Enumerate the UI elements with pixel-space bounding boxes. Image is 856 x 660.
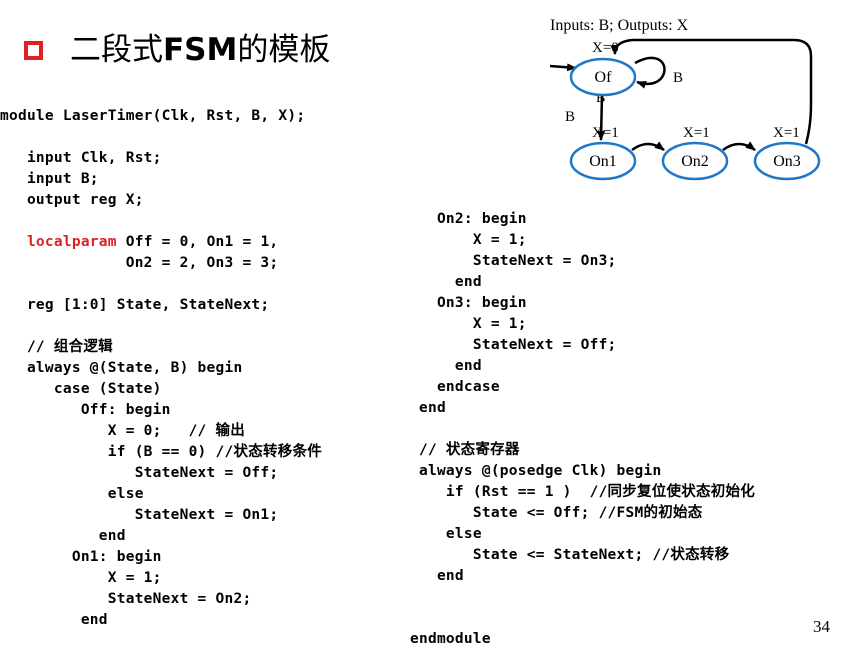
right-line: State <= Off; //FSM的初始态 bbox=[410, 505, 703, 521]
left-line: localparam Off = 0, On1 = 1, bbox=[0, 232, 322, 253]
right-line: end bbox=[410, 358, 482, 374]
left-line: input Clk, Rst; bbox=[0, 150, 162, 166]
left-line: StateNext = On1; bbox=[0, 507, 279, 523]
right-line: end bbox=[410, 274, 482, 290]
state-output-on1: X=1 bbox=[592, 125, 619, 141]
state-output-on3: X=1 bbox=[773, 125, 800, 141]
initial-arrow bbox=[549, 63, 577, 72]
left-line: case (State) bbox=[0, 381, 162, 397]
left-line bbox=[0, 316, 322, 337]
right-line: State <= StateNext; //状态转移 bbox=[410, 547, 730, 563]
right-line bbox=[410, 608, 755, 629]
keyword-localparam: localparam bbox=[26, 234, 117, 250]
state-on2-label: On2 bbox=[681, 153, 709, 170]
code-segment: Off = 0, On1 = 1, bbox=[116, 234, 279, 250]
self-loop-label: B bbox=[673, 70, 683, 86]
right-line: endmodule bbox=[410, 631, 491, 647]
title-part-2: 的模板 bbox=[237, 32, 331, 68]
right-line: X = 1; bbox=[410, 316, 527, 332]
left-line: end bbox=[0, 528, 126, 544]
right-line: StateNext = Off; bbox=[410, 337, 617, 353]
off-to-on1-label: B bbox=[565, 109, 575, 125]
state-on1-label: On1 bbox=[589, 153, 617, 170]
left-line: output reg X; bbox=[0, 192, 144, 208]
slide-title: 二段式FSM的模板 bbox=[70, 30, 330, 70]
off-self-loop-arrow bbox=[634, 56, 666, 89]
right-line: if (Rst == 1 ) //同步复位使状态初始化 bbox=[410, 484, 756, 500]
left-line: X = 0; // 输出 bbox=[0, 423, 246, 439]
on2-to-on3-arrow bbox=[722, 141, 756, 152]
right-line: end bbox=[410, 400, 446, 416]
right-line bbox=[410, 419, 755, 440]
left-line: input B; bbox=[0, 171, 99, 187]
right-line: On2: begin bbox=[410, 211, 527, 227]
left-line: X = 1; bbox=[0, 570, 162, 586]
left-line bbox=[0, 127, 322, 148]
code-block-right: On2: begin X = 1; StateNext = On3; end O… bbox=[410, 209, 755, 650]
left-line: StateNext = On2; bbox=[0, 591, 252, 607]
on1-to-on2-arrow bbox=[631, 141, 665, 152]
left-line bbox=[0, 274, 322, 295]
page-number: 34 bbox=[813, 617, 830, 636]
left-line: On2 = 2, On3 = 3; bbox=[0, 255, 279, 271]
left-line: StateNext = Off; bbox=[0, 465, 279, 481]
left-line: // 组合逻辑 bbox=[0, 339, 113, 355]
square-bullet-icon bbox=[24, 41, 43, 60]
left-line bbox=[0, 211, 322, 232]
right-line: X = 1; bbox=[410, 232, 527, 248]
left-line: always @(State, B) begin bbox=[0, 360, 243, 376]
right-line: always @(posedge Clk) begin bbox=[410, 463, 662, 479]
state-output-on2: X=1 bbox=[683, 125, 710, 141]
right-line: On3: begin bbox=[410, 295, 527, 311]
left-line: Off: begin bbox=[0, 402, 171, 418]
right-line bbox=[410, 587, 755, 608]
right-line: end bbox=[410, 568, 464, 584]
left-line: On1: begin bbox=[0, 549, 162, 565]
diagram-header: Inputs: B; Outputs: X bbox=[550, 17, 689, 34]
right-line: else bbox=[410, 526, 482, 542]
code-block-left: module LaserTimer(Clk, Rst, B, X); input… bbox=[0, 106, 322, 631]
title-part-1: 二段式 bbox=[70, 32, 163, 68]
left-line: end bbox=[0, 612, 108, 628]
fsm-state-diagram: Inputs: B; Outputs: X X=0 X=1 X=1 X=1 B … bbox=[549, 17, 821, 181]
right-line: StateNext = On3; bbox=[410, 253, 617, 269]
left-line: reg [1:0] State, StateNext; bbox=[0, 297, 270, 313]
left-line: if (B == 0) //状态转移条件 bbox=[0, 444, 322, 460]
right-line: // 状态寄存器 bbox=[410, 442, 520, 458]
right-line: endcase bbox=[410, 379, 500, 395]
left-line: module LaserTimer(Clk, Rst, B, X); bbox=[0, 108, 306, 124]
left-line: else bbox=[0, 486, 144, 502]
state-off-label: Of bbox=[595, 69, 613, 86]
title-part-fsm: FSM bbox=[163, 32, 238, 68]
state-on3-label: On3 bbox=[773, 153, 801, 170]
